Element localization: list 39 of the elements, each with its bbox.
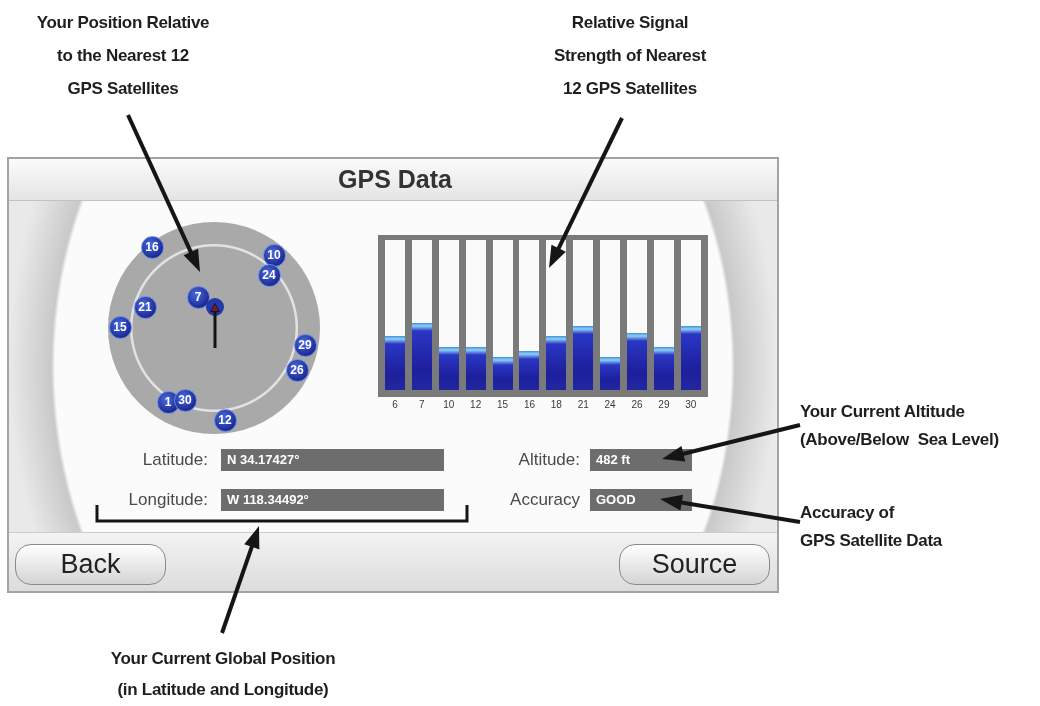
satellite-marker: 12: [213, 408, 237, 432]
field-label: Latitude:: [142, 449, 208, 471]
field-label: Accuracy: [510, 489, 580, 511]
satellite-marker: 30: [173, 388, 197, 412]
source-button[interactable]: Source: [619, 544, 770, 585]
satellite-marker: 29: [293, 333, 317, 357]
satellite-marker: 7: [186, 285, 210, 309]
readout-field: N 34.17427°: [221, 449, 444, 471]
callout-text: Your Position Relative to the Nearest 12 GPS Satellites: [35, 12, 211, 100]
satellite-number: 18: [549, 399, 563, 411]
satellite-number: 29: [657, 399, 671, 411]
title-bar: GPS Data: [9, 159, 777, 201]
satellite-number: 30: [684, 399, 698, 411]
position-marker-icon: [210, 303, 220, 348]
satellite-number: 21: [576, 399, 590, 411]
callout-text: Relative Signal Strength of Nearest 12 GPS Satellites: [552, 12, 708, 100]
field-label: Altitude:: [518, 449, 580, 471]
readout-field: GOOD: [590, 489, 692, 511]
back-button[interactable]: Back: [15, 544, 166, 585]
satellite-marker: 21: [133, 295, 157, 319]
satellite-marker: 15: [108, 315, 132, 339]
readout-field: 482 ft: [590, 449, 692, 471]
satellite-number: 10: [442, 399, 456, 411]
satellite-marker: 26: [285, 358, 309, 382]
satellite-marker: 24: [257, 263, 281, 287]
satellite-number: 15: [496, 399, 510, 411]
satellite-number: 12: [469, 399, 483, 411]
callout-text: Accuracy of GPS Satellite Data: [800, 502, 944, 552]
satellite-number: 6: [391, 399, 399, 411]
readout-field: W 118.34492°: [221, 489, 444, 511]
satellite-number: 7: [418, 399, 426, 411]
field-label: Longitude:: [128, 489, 208, 511]
satellite-number: 16: [522, 399, 536, 411]
callout-text: Your Current Altitude (Above/Below Sea Level): [800, 401, 1000, 451]
callout-text: Your Current Global Position (in Latitude and Longitude): [109, 648, 337, 701]
satellite-number: 26: [630, 399, 644, 411]
satellite-number: 24: [603, 399, 617, 411]
satellite-marker: 16: [140, 235, 164, 259]
satellite-marker: 10: [262, 243, 286, 267]
